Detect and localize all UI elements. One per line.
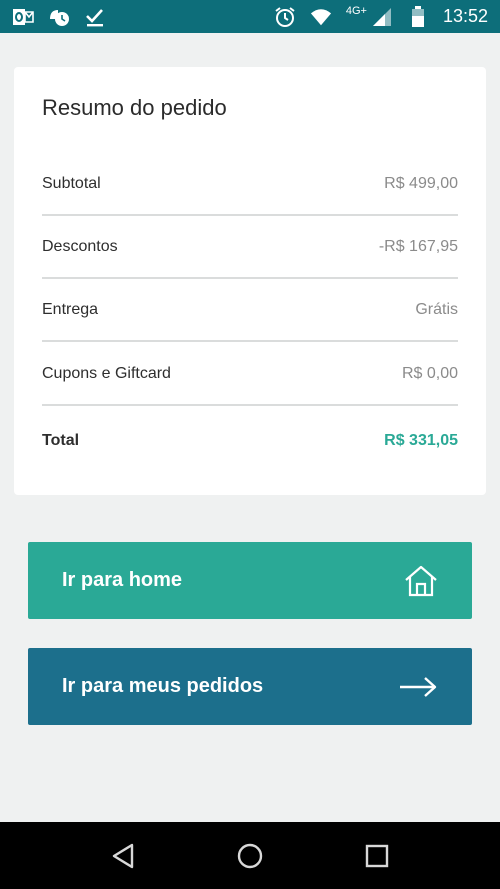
arrow-right-icon — [398, 676, 438, 698]
battery-icon — [407, 5, 429, 28]
summary-row-delivery: Entrega Grátis — [42, 279, 458, 342]
summary-row-coupons: Cupons e Giftcard R$ 0,00 — [42, 343, 458, 406]
notification-icons — [12, 6, 106, 28]
android-nav-bar — [0, 822, 500, 889]
summary-title: Resumo do pedido — [42, 95, 227, 120]
home-icon — [404, 565, 438, 597]
home-nav-icon[interactable] — [230, 836, 270, 876]
alarm-icon — [274, 6, 296, 28]
wifi-icon — [310, 6, 332, 28]
clock-time: 13:52 — [442, 6, 488, 26]
row-label: Subtotal — [42, 174, 101, 192]
row-label: Descontos — [42, 237, 118, 255]
outlook-icon — [12, 6, 34, 28]
row-label: Cupons e Giftcard — [42, 364, 171, 382]
go-home-label: Ir para home — [62, 569, 183, 591]
row-value: Grátis — [415, 300, 458, 318]
checkmark-icon — [84, 6, 106, 28]
system-icons: 4G+ 13:52 — [274, 4, 488, 28]
order-summary-card: Resumo do pedido Subtotal R$ 499,00 Desc… — [14, 67, 486, 495]
row-label: Entrega — [42, 300, 99, 318]
total-label: Total — [42, 431, 80, 449]
back-icon[interactable] — [103, 836, 143, 876]
status-bar: 4G+ 13:52 — [0, 0, 500, 33]
chat-clock-icon — [48, 6, 70, 28]
total-value: R$ 331,05 — [384, 431, 458, 449]
row-value: -R$ 167,95 — [378, 237, 458, 255]
summary-row-total: Total R$ 331,05 — [42, 409, 458, 472]
summary-row-discounts: Descontos -R$ 167,95 — [42, 216, 458, 279]
row-value: R$ 0,00 — [401, 364, 458, 382]
go-home-button[interactable]: Ir para home — [28, 542, 472, 619]
recent-apps-icon[interactable] — [357, 836, 397, 876]
signal-icon — [371, 6, 393, 28]
summary-row-subtotal: Subtotal R$ 499,00 — [42, 153, 458, 216]
network-type-label: 4G+ — [345, 4, 367, 17]
go-orders-label: Ir para meus pedidos — [62, 675, 264, 697]
go-orders-button[interactable]: Ir para meus pedidos — [28, 648, 472, 725]
row-value: R$ 499,00 — [384, 174, 458, 192]
